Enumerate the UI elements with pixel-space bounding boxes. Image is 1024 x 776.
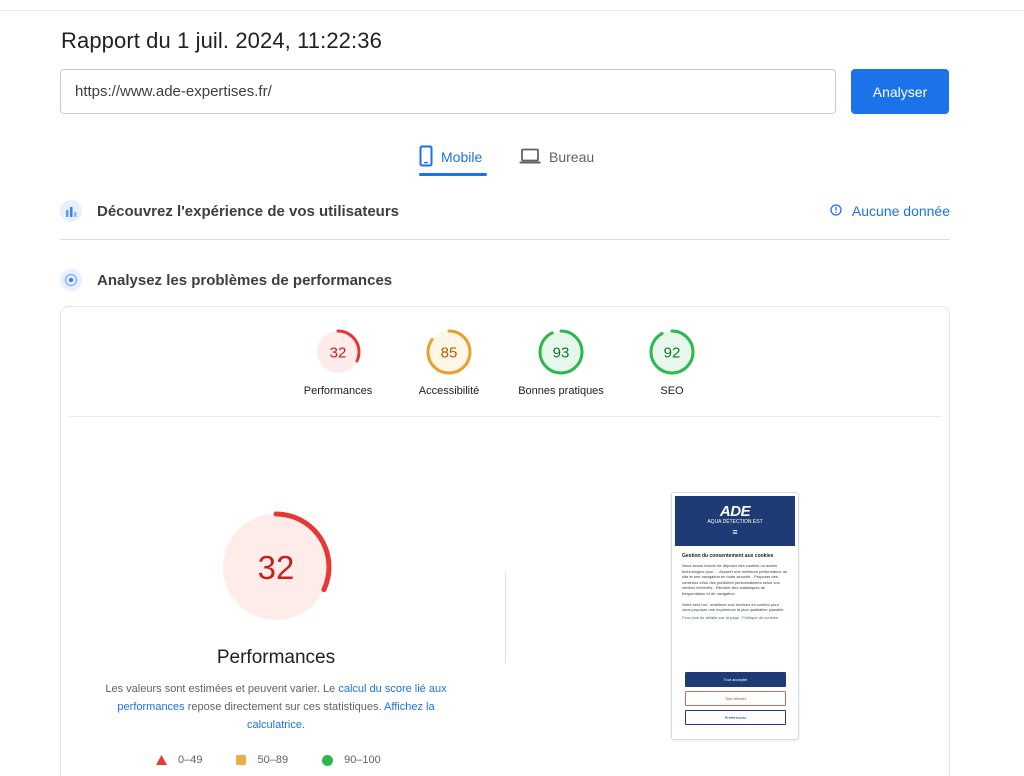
fail-triangle-icon (156, 755, 167, 765)
vertical-separator (505, 573, 506, 663)
page-screenshot-thumbnail[interactable]: ADE AQUA DÉTECTION EST ≡ Gestion du cons… (671, 492, 799, 740)
gauge-performance-label: Performances (303, 385, 373, 397)
gauge-accessibility-value: 85 (441, 345, 458, 362)
legend-fail: 0–49 (156, 754, 202, 766)
info-icon (830, 203, 842, 219)
performance-description: Les valeurs sont estimées et peuvent var… (101, 680, 451, 734)
perf-desc-text-2: repose directement sur ces statistiques. (184, 701, 385, 713)
url-input[interactable] (60, 69, 836, 114)
section-divider (60, 239, 950, 240)
gauge-seo-label: SEO (660, 385, 684, 397)
lab-data-section: Analysez les problèmes de performances (60, 265, 950, 295)
gauge-best-practices-ring: 93 (538, 329, 584, 375)
cookie-refuse-button: Tout refuser (685, 691, 786, 706)
tab-mobile[interactable]: Mobile (419, 138, 482, 176)
score-gauge-accessibility[interactable]: 85 Accessibilité (394, 328, 504, 397)
legend-pass-label: 90–100 (344, 754, 381, 766)
tab-mobile-label: Mobile (441, 149, 483, 165)
no-data-link[interactable]: Aucune donnée (830, 203, 950, 219)
perf-desc-text-1: Les valeurs sont estimées et peuvent var… (105, 683, 339, 695)
score-gauge-seo[interactable]: 92 SEO (617, 328, 727, 397)
gauge-best-practices-value: 93 (553, 345, 570, 362)
performance-title: Performances (216, 647, 336, 668)
users-chart-icon (60, 200, 82, 222)
tab-desktop[interactable]: Bureau (519, 138, 594, 176)
legend-pass: 90–100 (322, 754, 381, 766)
cookie-title: Gestion du consentement aux cookies (682, 553, 774, 559)
score-legend: 0–49 50–89 90–100 (156, 754, 381, 766)
smartphone-icon (419, 145, 433, 170)
gauge-accessibility-label: Accessibilité (418, 385, 480, 397)
ade-logo: ADE (719, 503, 751, 520)
legend-average-label: 50–89 (257, 754, 289, 766)
gauge-performance-value: 32 (330, 345, 347, 362)
lab-data-title: Analysez les problèmes de performances (97, 271, 393, 289)
gauge-best-practices-label: Bonnes pratiques (518, 385, 604, 397)
performance-big-score: 32 (258, 549, 295, 586)
average-square-icon (236, 755, 247, 765)
legend-fail-label: 0–49 (178, 754, 203, 766)
no-data-label: Aucune donnée (851, 203, 950, 219)
laptop-icon (519, 148, 541, 167)
legend-average: 50–89 (236, 754, 288, 766)
perf-desc-text-3: . (301, 719, 306, 731)
field-data-section: Découvrez l'expérience de vos utilisateu… (60, 196, 950, 226)
field-data-title: Découvrez l'expérience de vos utilisateu… (97, 202, 400, 220)
page-title: Rapport du 1 juil. 2024, 11:22:36 (61, 28, 382, 53)
card-divider (69, 416, 941, 417)
top-divider (0, 10, 1024, 11)
active-tab-indicator (419, 173, 487, 176)
gauge-seo-ring: 92 (649, 329, 695, 375)
score-gauge-performance[interactable]: 32 Performances (283, 328, 393, 397)
cookie-accept-button: Tout accepter (685, 672, 786, 687)
gauge-performance-ring: 32 (315, 329, 361, 375)
ade-logo-subtitle: AQUA DÉTECTION EST (707, 519, 763, 525)
analyze-button[interactable]: Analyser (851, 69, 949, 114)
scores-card: 32 Performances 85 Accessibilité 93 Bonn… (60, 306, 950, 776)
device-tabs: Mobile Bureau (0, 138, 1024, 178)
pass-circle-icon (322, 754, 334, 766)
cookie-text: Nous avons besoin de déposer des cookies… (682, 563, 788, 596)
gauge-seo-value: 92 (664, 345, 681, 362)
cookie-text-2: Notre seul but : améliorer nos services … (682, 601, 785, 613)
cookie-banner: Gestion du consentement aux cookies Nous… (682, 553, 788, 620)
performance-big-gauge: 32 (220, 511, 332, 623)
tab-desktop-label: Bureau (549, 149, 595, 165)
screenshot-site-header: ADE AQUA DÉTECTION EST ≡ (675, 496, 795, 546)
gauge-accessibility-ring: 85 (426, 329, 472, 375)
lab-analysis-icon (60, 269, 82, 291)
cookie-preferences-button: Préférences (685, 710, 786, 725)
hamburger-menu-icon: ≡ (732, 527, 738, 537)
cookie-policy-link: Pour plus de détails voir la page : Poli… (682, 614, 778, 620)
score-gauge-best-practices[interactable]: 93 Bonnes pratiques (506, 328, 616, 397)
